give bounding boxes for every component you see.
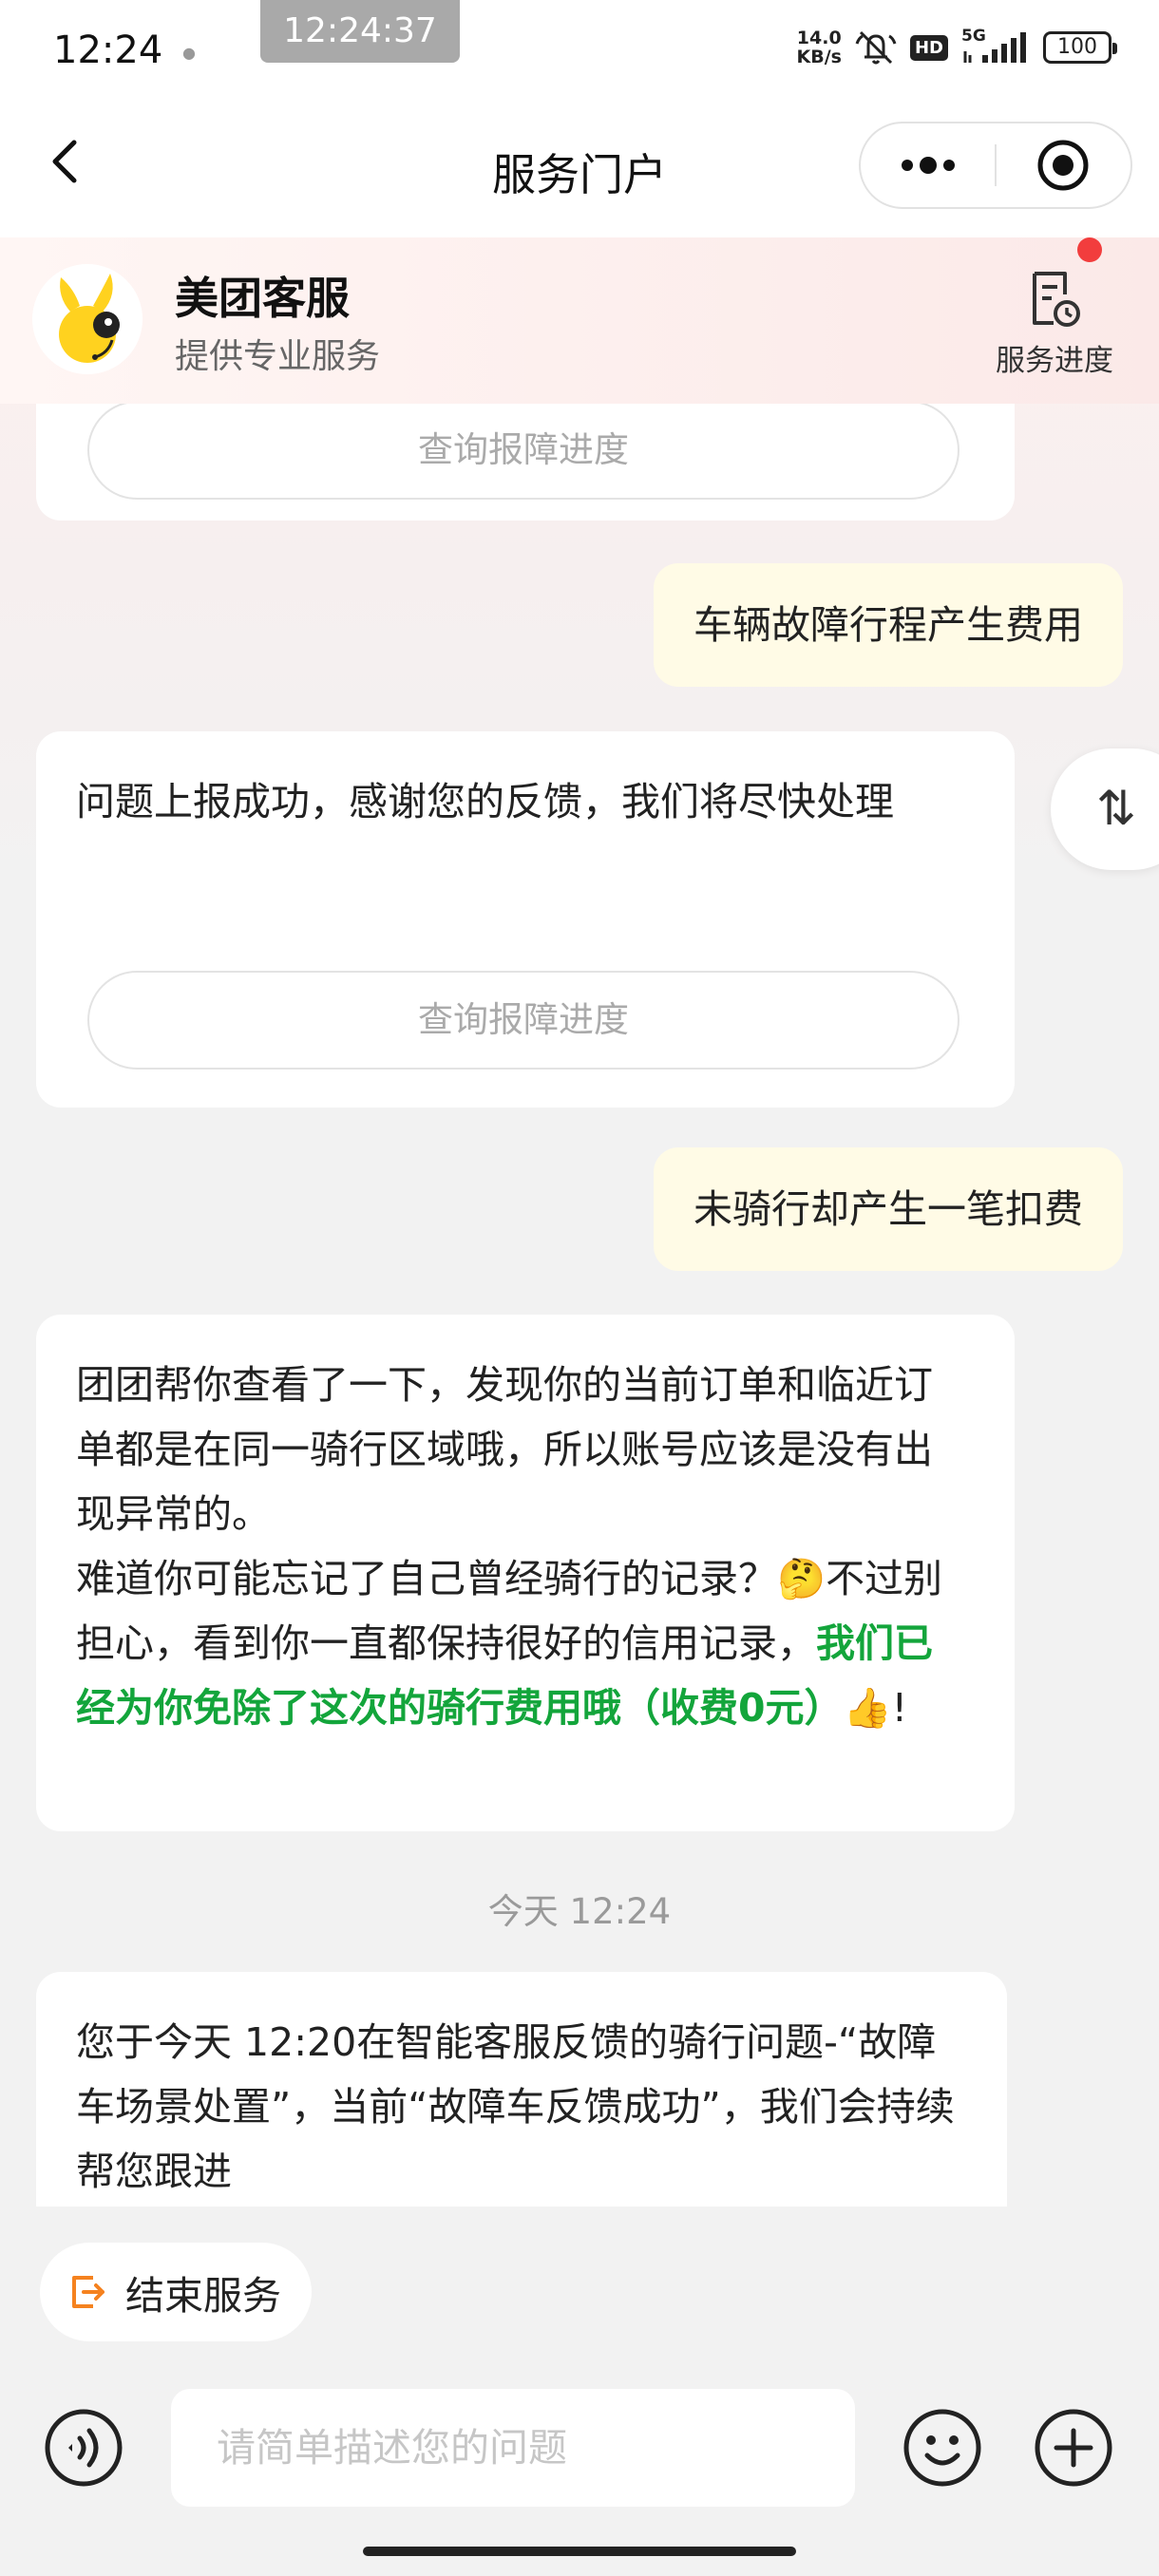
user-message: 车辆故障行程产生费用 [654,563,1123,687]
more-button[interactable] [861,123,995,207]
message-text: 问题上报成功，感谢您的反馈，我们将尽快处理 [76,779,894,824]
close-miniapp-button[interactable] [997,123,1130,207]
miniapp-capsule [859,122,1132,209]
status-time: 12:24 [53,28,163,72]
status-bar: 12:24 ● 12:24:37 14.0 KB/s HD 5G 100 [0,0,1159,104]
bot-message: 问题上报成功，感谢您的反馈，我们将尽快处理 查询报障进度 [36,731,1015,1108]
message-text: 团团帮你查看了一下，发现你的当前订单和临近订单都是在同一骑行区域哦，所以账号应该… [76,1362,943,1731]
end-service-button[interactable]: 结束服务 [40,2243,312,2341]
notification-dot-icon: ● [182,44,196,62]
nav-bar: 服务门户 [0,104,1159,237]
thumbs-up-emoji: 👍 [843,1685,892,1731]
bot-message: 您于今天 12:20在智能客服反馈的骑行问题-“故障车场景处置”，当前“故障车反… [36,1972,1007,2207]
input-bar: 结束服务 [0,2207,1159,2576]
hd-icon: HD [909,28,948,66]
user-message: 未骑行却产生一笔扣费 [654,1147,1123,1271]
more-dots-icon [901,157,955,174]
agent-name: 美团客服 [175,273,350,324]
message-text: 您于今天 12:20在智能客服反馈的骑行问题-“故障车场景处置”，当前“故障车反… [76,2019,955,2194]
chat-area[interactable]: 美团客服 提供专业服务 服务进度 查询报障进度 车辆故障行程产生费用 问题上报成… [0,237,1159,2207]
exit-icon [72,2276,104,2308]
service-progress-label: 服务进度 [996,344,1113,378]
screenshot-time-overlay: 12:24:37 [260,0,460,63]
service-progress-button[interactable]: 服务进度 [988,266,1121,379]
query-fault-progress-button[interactable]: 查询报障进度 [87,971,960,1070]
home-indicator[interactable] [363,2547,796,2556]
message-input[interactable] [171,2389,855,2507]
avatar [32,264,142,374]
smiley-icon [903,2409,981,2487]
thinking-emoji: 🤔 [777,1556,826,1601]
agent-subtitle: 提供专业服务 [175,337,381,376]
document-clock-icon [1021,266,1088,332]
plus-icon [1035,2409,1112,2487]
meituan-mascot-icon [32,264,142,374]
query-fault-progress-button[interactable]: 查询报障进度 [87,401,960,500]
voice-icon [45,2409,123,2487]
bot-message: 团团帮你查看了一下，发现你的当前订单和临近订单都是在同一骑行区域哦，所以账号应该… [36,1315,1015,1831]
battery-icon: 100 [1043,31,1117,64]
signal-icon: 5G [961,27,1030,66]
up-down-arrows-icon: ⇅ [1096,781,1136,836]
voice-input-button[interactable] [44,2408,124,2488]
notification-badge [1077,237,1102,262]
target-icon [1037,140,1089,191]
emoji-button[interactable] [902,2408,982,2488]
net-speed: 14.0 KB/s [796,28,842,67]
scroll-toggle-button[interactable]: ⇅ [1051,748,1159,870]
mute-icon [855,28,897,66]
message-timestamp: 今天 12:24 [487,1891,672,1932]
more-actions-button[interactable] [1034,2408,1113,2488]
status-icons: 14.0 KB/s HD 5G 100 [796,27,1117,67]
end-service-label: 结束服务 [125,2273,281,2319]
agent-header: 美团客服 提供专业服务 服务进度 [0,237,1159,404]
